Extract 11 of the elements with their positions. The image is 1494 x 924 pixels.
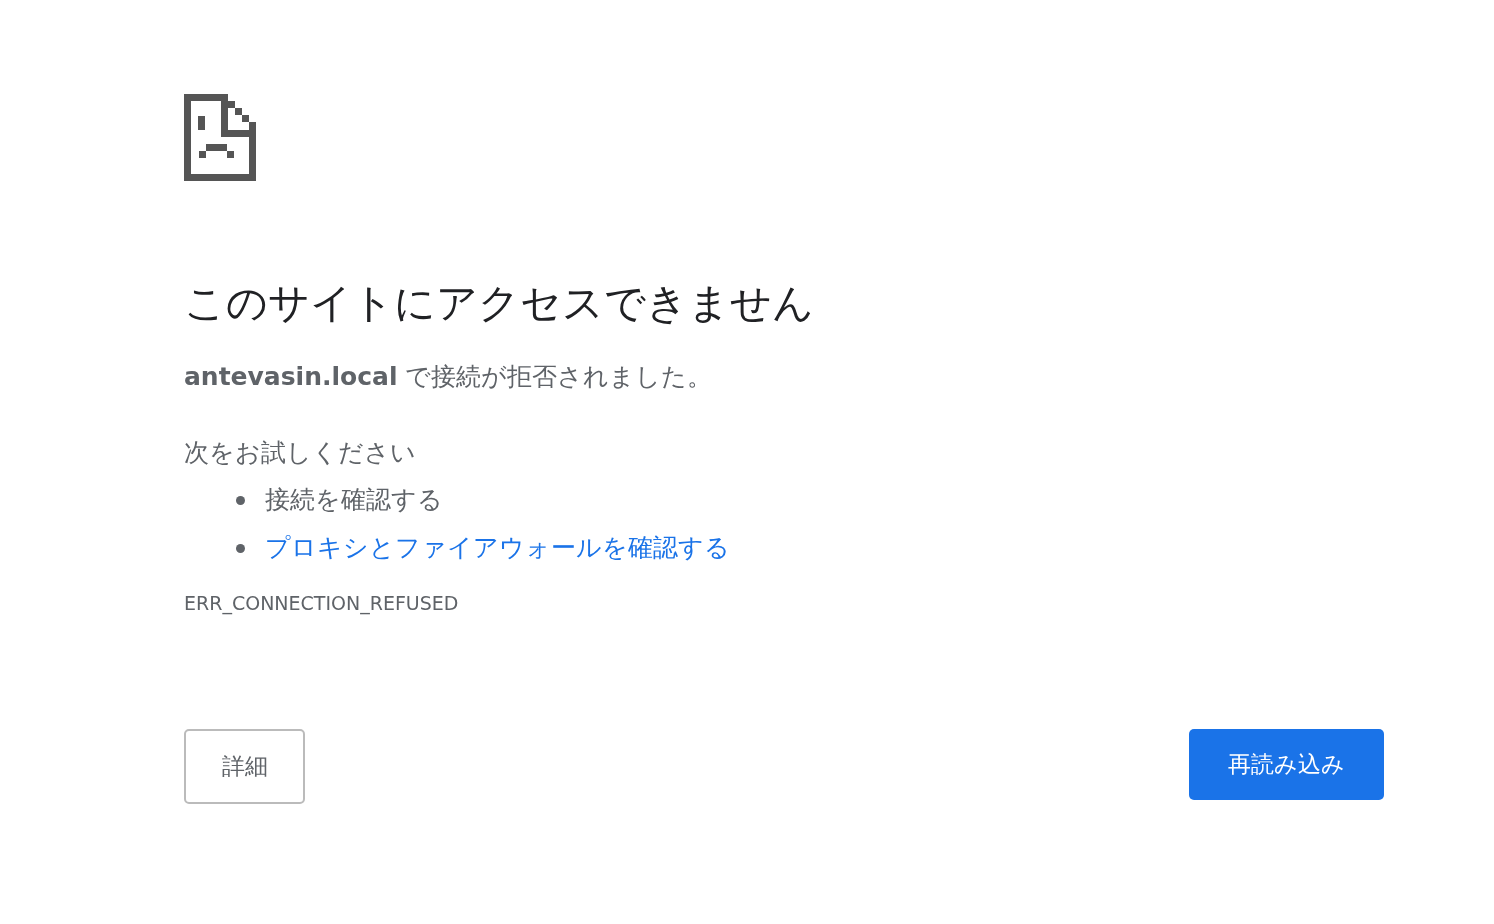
- bullet-icon: [236, 495, 245, 505]
- suggestion-link[interactable]: プロキシとファイアウォールを確認する: [265, 529, 730, 567]
- reload-button[interactable]: 再読み込み: [1189, 729, 1384, 800]
- details-button[interactable]: 詳細: [184, 729, 305, 804]
- error-message: antevasin.local で接続が拒否されました。: [184, 361, 714, 393]
- error-code: ERR_CONNECTION_REFUSED: [184, 591, 460, 617]
- sad-page-icon: [184, 94, 256, 181]
- bullet-icon: [236, 543, 245, 553]
- error-heading: このサイトにアクセスできません: [184, 278, 815, 329]
- suggestion-text: 接続を確認する: [265, 484, 443, 516]
- suggestions-title: 次をお試しください: [184, 437, 417, 469]
